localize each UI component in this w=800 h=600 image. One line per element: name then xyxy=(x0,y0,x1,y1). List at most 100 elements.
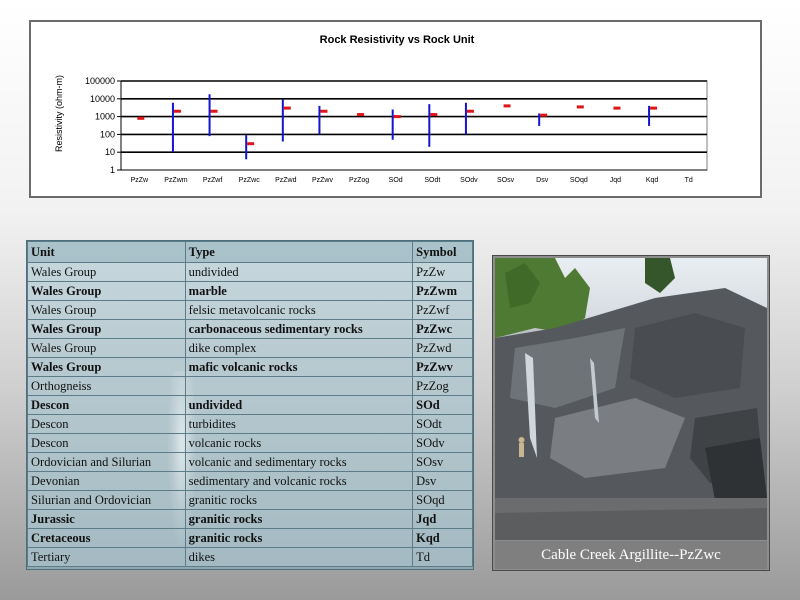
cell-type: granitic rocks xyxy=(184,490,414,510)
cell-unit: Descon xyxy=(27,395,186,415)
cell-symbol: PzZog xyxy=(412,376,473,396)
x-tick-label: PzZwm xyxy=(164,177,188,184)
cell-type: turbidites xyxy=(184,414,414,434)
cell-symbol: PzZwf xyxy=(412,300,473,320)
table-row: Wales Group felsic metavolcanic rocks PzZw… xyxy=(27,300,473,320)
x-tick-label: PzZwd xyxy=(275,177,297,184)
cell-type: dike complex xyxy=(184,338,414,358)
cell-unit: Wales Group xyxy=(27,281,186,301)
mean-marker xyxy=(137,116,145,120)
cell-symbol: SOsv xyxy=(412,452,473,472)
x-tick-label: PzZw xyxy=(131,177,149,184)
cell-unit: Descon xyxy=(27,414,186,434)
y-tick-label: 100 xyxy=(100,129,115,139)
table-header-row: Unit Type Symbol xyxy=(27,241,473,263)
cell-symbol: PzZwv xyxy=(412,357,473,377)
cell-unit: Wales Group xyxy=(27,262,186,282)
mean-marker xyxy=(320,109,328,113)
table-row: Devonian sedimentary and volcanic rocks Ds… xyxy=(27,471,473,491)
cell-unit: Cretaceous xyxy=(27,528,186,548)
x-tick-label: PzZwf xyxy=(203,177,223,184)
outcrop-photo-frame: Cable Creek Argillite--PzZwc xyxy=(492,255,770,571)
x-tick-label: SOqd xyxy=(570,177,588,184)
table-row: Tertiary dikes Td xyxy=(27,547,473,567)
cell-type: carbonaceous sedimentary rocks xyxy=(184,319,414,339)
cell-unit: Descon xyxy=(27,433,186,453)
mean-marker xyxy=(466,109,474,113)
cell-type: dikes xyxy=(184,547,414,567)
x-tick-label: PzZog xyxy=(349,177,369,184)
x-tick-label: SOd xyxy=(389,177,403,184)
mean-marker xyxy=(247,142,255,146)
cell-type: undivided xyxy=(184,262,414,282)
rock-unit-table-panel: Unit Type Symbol Wales Group undivided PzZ… xyxy=(26,240,474,570)
cell-unit: Wales Group xyxy=(27,319,186,339)
table-row: Wales Group undivided PzZw xyxy=(27,262,473,282)
table-row: Descon turbidites SOdt xyxy=(27,414,473,434)
chart-panel: Rock Resistivity vs Rock Unit Resistivit… xyxy=(29,20,762,198)
x-tick-label: SOdv xyxy=(460,177,478,184)
mean-marker xyxy=(650,106,658,110)
table-row: Wales Group carbonaceous sedimentary rock… xyxy=(27,319,473,339)
cell-symbol: PzZwd xyxy=(412,338,473,358)
photo-caption: Cable Creek Argillite--PzZwc xyxy=(495,541,767,569)
cell-unit: Wales Group xyxy=(27,300,186,320)
table-row: Orthogneiss PzZog xyxy=(27,376,473,396)
table-row: Jurassic granitic rocks Jqd xyxy=(27,509,473,529)
cell-type: sedimentary and volcanic rocks xyxy=(184,471,414,491)
cell-type: undivided xyxy=(184,395,414,415)
table-row: Descon undivided SOd xyxy=(27,395,473,415)
cell-unit: Wales Group xyxy=(27,338,186,358)
header-type: Type xyxy=(184,241,414,263)
cell-type: marble xyxy=(184,281,414,301)
cell-symbol: Kqd xyxy=(412,528,473,548)
cell-unit: Jurassic xyxy=(27,509,186,529)
table-row: Descon volcanic rocks SOdv xyxy=(27,433,473,453)
mean-marker xyxy=(576,105,584,109)
x-tick-label: PzZwv xyxy=(312,177,334,184)
table-row: Cretaceous granitic rocks Kqd xyxy=(27,528,473,548)
cell-symbol: PzZwm xyxy=(412,281,473,301)
y-axis-label: Resistivity (ohm-m) xyxy=(54,75,64,152)
cell-symbol: SOqd xyxy=(412,490,473,510)
y-tick-label: 10000 xyxy=(90,94,115,104)
outcrop-photo xyxy=(495,258,767,540)
cell-type xyxy=(184,376,414,396)
cell-type: mafic volcanic rocks xyxy=(184,357,414,377)
cell-symbol: SOdt xyxy=(412,414,473,434)
cell-type: volcanic rocks xyxy=(184,433,414,453)
cell-symbol: Jqd xyxy=(412,509,473,529)
cell-symbol: SOd xyxy=(412,395,473,415)
mean-marker xyxy=(357,113,365,117)
rock-unit-table: Unit Type Symbol Wales Group undivided PzZ… xyxy=(27,241,473,567)
chart-title: Rock Resistivity vs Rock Unit xyxy=(320,34,475,46)
cell-symbol: PzZw xyxy=(412,262,473,282)
table-row: Ordovician and Silurian volcanic and sedi… xyxy=(27,452,473,472)
cell-type: granitic rocks xyxy=(184,528,414,548)
mean-marker xyxy=(210,109,218,113)
resistivity-chart: Rock Resistivity vs Rock Unit Resistivit… xyxy=(54,34,708,184)
mean-marker xyxy=(283,106,291,110)
x-tick-label: SOdt xyxy=(424,177,440,184)
cell-unit: Wales Group xyxy=(27,357,186,377)
mean-marker xyxy=(173,109,181,113)
x-tick-label: Dsv xyxy=(536,177,549,184)
y-tick-label: 1000 xyxy=(95,112,115,122)
cell-symbol: Dsv xyxy=(412,471,473,491)
x-tick-label: SOsv xyxy=(497,177,515,184)
cell-unit: Orthogneiss xyxy=(27,376,186,396)
cell-type: granitic rocks xyxy=(184,509,414,529)
cell-unit: Devonian xyxy=(27,471,186,491)
header-symbol: Symbol xyxy=(412,241,473,263)
mean-marker xyxy=(503,104,511,108)
table-row: Wales Group mafic volcanic rocks PzZwv xyxy=(27,357,473,377)
cell-unit: Ordovician and Silurian xyxy=(27,452,186,472)
x-tick-label: Td xyxy=(685,177,693,184)
cell-type: felsic metavolcanic rocks xyxy=(184,300,414,320)
x-tick-label: PzZwc xyxy=(239,177,261,184)
mean-marker xyxy=(613,106,621,110)
y-tick-label: 1 xyxy=(110,165,115,175)
mean-marker xyxy=(393,115,401,119)
cell-symbol: Td xyxy=(412,547,473,567)
cell-unit: Tertiary xyxy=(27,547,186,567)
